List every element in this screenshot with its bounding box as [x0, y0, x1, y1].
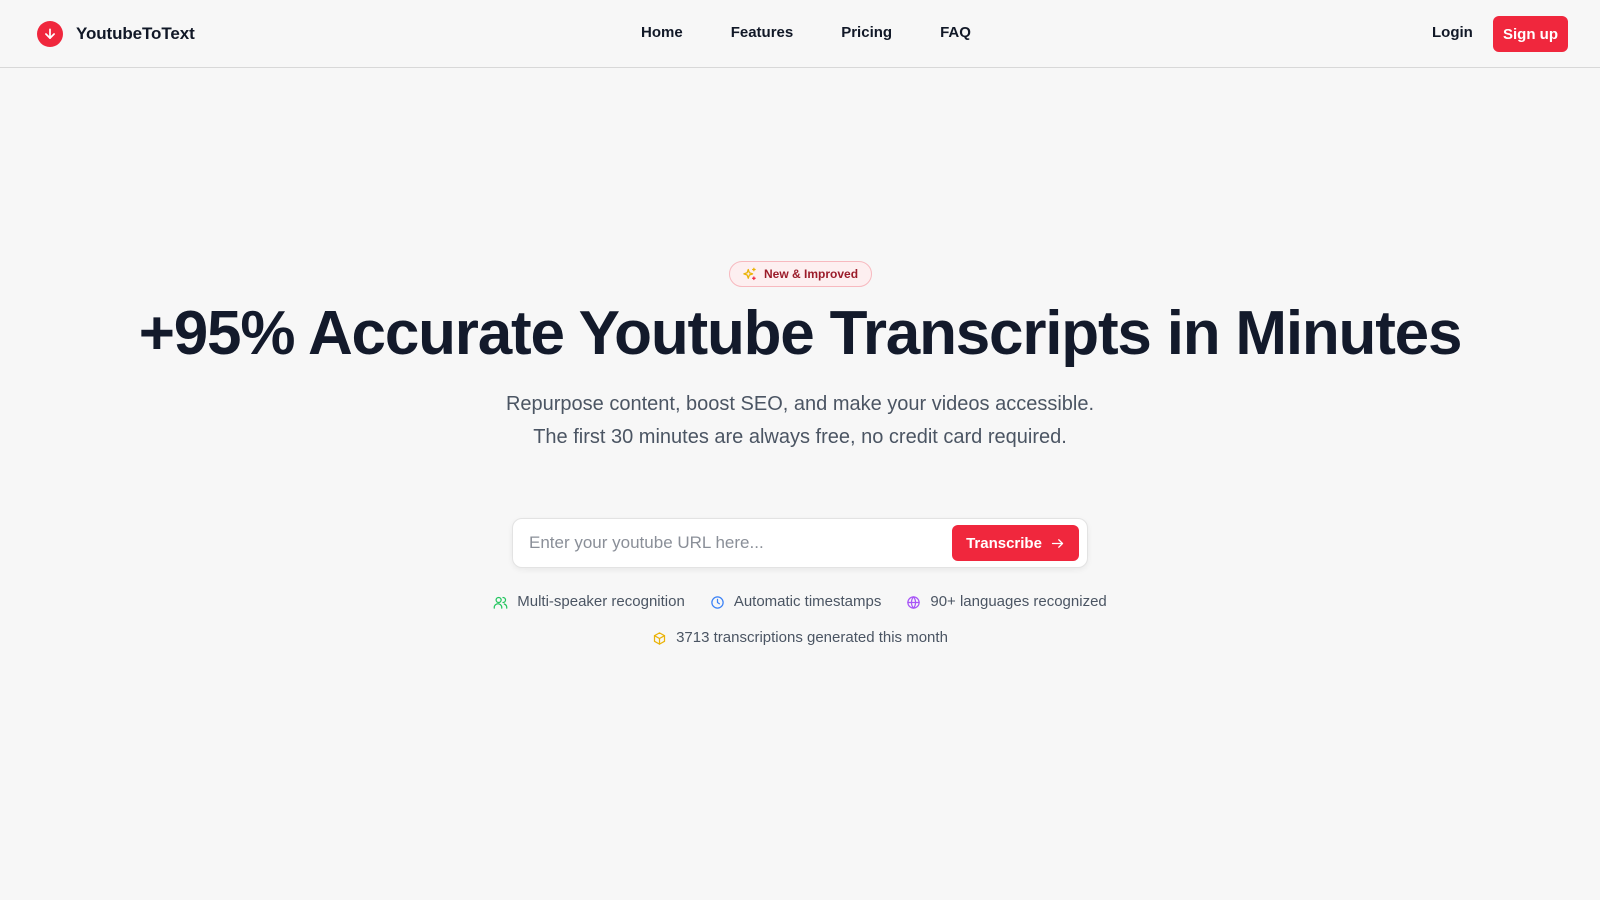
arrow-down-circle-icon	[37, 21, 63, 47]
nav-home[interactable]: Home	[641, 22, 683, 44]
top-navbar: YoutubeToText Home Features Pricing FAQ …	[0, 0, 1600, 68]
subtitle-line-1: Repurpose content, boost SEO, and make y…	[505, 393, 1095, 415]
transcribe-label: Transcribe	[966, 534, 1042, 552]
package-icon	[652, 631, 667, 646]
stat-label: 3713 transcriptions generated this month	[676, 629, 948, 646]
signup-button[interactable]: Sign up	[1493, 16, 1568, 52]
nav-pricing[interactable]: Pricing	[841, 22, 892, 44]
transcribe-button[interactable]: Transcribe	[952, 525, 1079, 561]
nav-faq[interactable]: FAQ	[940, 22, 971, 44]
login-link[interactable]: Login	[1432, 22, 1473, 44]
nav-features[interactable]: Features	[731, 22, 794, 44]
globe-icon	[906, 595, 921, 610]
users-icon	[493, 595, 508, 610]
main-nav: Home Features Pricing FAQ	[641, 22, 971, 44]
sparkles-icon	[742, 267, 757, 282]
badge-label: New & Improved	[764, 267, 859, 281]
new-improved-badge: New & Improved	[729, 261, 873, 287]
clock-icon	[710, 595, 725, 610]
feature-list: Multi-speaker recognition Automatic time…	[0, 592, 1600, 612]
feature-label: Automatic timestamps	[733, 593, 882, 610]
transcription-stat: 3713 transcriptions generated this month	[0, 628, 1600, 648]
arrow-right-icon	[1050, 536, 1065, 551]
feature-timestamps: Automatic timestamps	[710, 592, 882, 612]
feature-label: 90+ languages recognized	[930, 593, 1107, 610]
page-title: +95% Accurate Youtube Transcripts in Min…	[138, 299, 1463, 368]
feature-languages: 90+ languages recognized	[906, 592, 1107, 612]
youtube-url-input[interactable]	[529, 519, 929, 567]
feature-multi-speaker: Multi-speaker recognition	[493, 592, 685, 612]
feature-label: Multi-speaker recognition	[517, 593, 685, 610]
subtitle-line-2: The first 30 minutes are always free, no…	[533, 426, 1067, 448]
brand-name: YoutubeToText	[76, 24, 195, 43]
brand-link[interactable]: YoutubeToText	[37, 21, 195, 47]
url-form: Transcribe	[512, 518, 1088, 568]
